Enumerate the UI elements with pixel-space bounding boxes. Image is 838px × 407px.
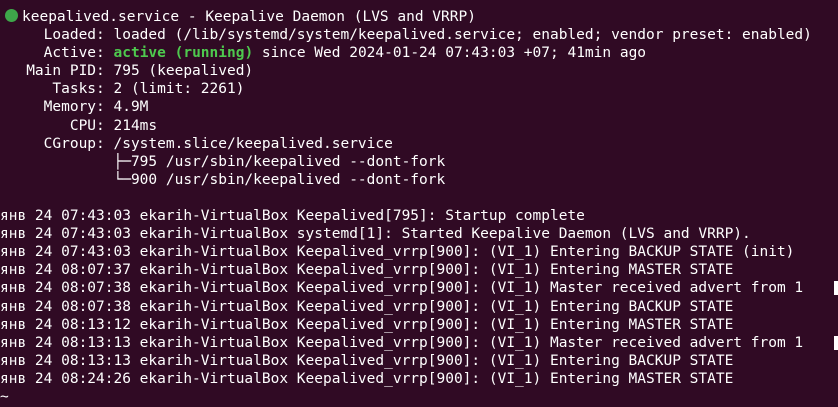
service-header-line: keepalived.service - Keepalive Daemon (L… (0, 8, 838, 26)
active-label: Active: (0, 45, 114, 62)
cgroup-child: └─900 /usr/sbin/keepalived --dont-fork (0, 171, 446, 188)
log-line: янв 24 08:24:26 ekarih-VirtualBox Keepal… (0, 370, 734, 387)
active-since: since Wed 2024-01-24 07:43:03 +07; 41min… (253, 45, 647, 62)
service-title: keepalived.service - Keepalive Daemon (L… (22, 9, 476, 25)
line-truncated-marker (834, 335, 838, 350)
log-line: янв 24 07:43:03 ekarih-VirtualBox system… (0, 226, 751, 243)
tasks-line: Tasks: 2 (limit: 2261) (0, 81, 245, 98)
cgroup-child: ├─795 /usr/sbin/keepalived --dont-fork (0, 153, 446, 170)
log-line: янв 24 07:43:03 ekarih-VirtualBox Keepal… (0, 208, 585, 225)
green-dot-icon (5, 9, 18, 22)
active-line: Active: active (running) since Wed 2024-… (0, 44, 838, 62)
active-state: active (running) (113, 45, 254, 62)
log-line: янв 24 08:07:38 ekarih-VirtualBox Keepal… (0, 279, 838, 297)
log-line-text: янв 24 08:13:13 ekarih-VirtualBox Keepal… (0, 334, 804, 351)
pager-tilde: ~ (0, 388, 9, 405)
terminal-output: keepalived.service - Keepalive Daemon (L… (0, 8, 838, 406)
line-truncated-marker (834, 281, 838, 296)
cpu-line: CPU: 214ms (0, 117, 158, 134)
main-pid-line: Main PID: 795 (keepalived) (0, 63, 254, 80)
log-line: янв 24 08:07:38 ekarih-VirtualBox Keepal… (0, 298, 734, 315)
log-line-text: янв 24 08:07:38 ekarih-VirtualBox Keepal… (0, 280, 804, 297)
log-line: янв 24 07:43:03 ekarih-VirtualBox Keepal… (0, 244, 795, 261)
log-line: янв 24 08:07:37 ekarih-VirtualBox Keepal… (0, 262, 734, 279)
log-line: янв 24 08:13:13 ekarih-VirtualBox Keepal… (0, 352, 734, 369)
loaded-line: Loaded: loaded (/lib/systemd/system/keep… (0, 27, 812, 44)
log-line: янв 24 08:13:12 ekarih-VirtualBox Keepal… (0, 316, 734, 333)
memory-line: Memory: 4.9M (0, 99, 149, 116)
log-line: янв 24 08:13:13 ekarih-VirtualBox Keepal… (0, 334, 838, 352)
terminal-window: { "colors": { "background": "#300a24", "… (0, 0, 838, 407)
cgroup-line: CGroup: /system.slice/keepalived.service (0, 135, 393, 152)
